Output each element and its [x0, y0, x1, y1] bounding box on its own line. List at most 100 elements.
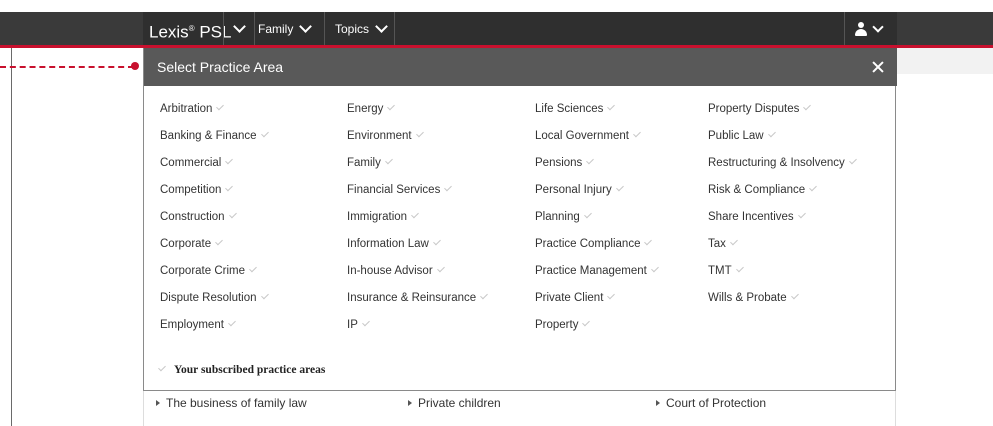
- checkmark-icon: [260, 129, 269, 138]
- practice-area-column-2: Energy Environment Family Financial Service…: [347, 101, 489, 344]
- practice-area-item[interactable]: Financial Services: [347, 182, 486, 209]
- pointer-dashed-line: [0, 66, 134, 68]
- practice-area-item[interactable]: In-house Advisor: [347, 263, 486, 290]
- practice-area-label: Family: [347, 157, 381, 169]
- checkmark-icon: [607, 102, 616, 111]
- checkmark-icon: [730, 237, 738, 246]
- practice-area-label: Dispute Resolution: [160, 292, 257, 304]
- practice-area-label: Share Incentives: [708, 211, 794, 223]
- practice-area-item[interactable]: Commercial: [160, 155, 267, 182]
- subscribed-areas-toggle[interactable]: Your subscribed practice areas: [158, 363, 326, 376]
- practice-area-item[interactable]: Dispute Resolution: [160, 290, 269, 317]
- main-nav: Lexis® PSL Family Topics: [143, 12, 897, 45]
- practice-area-item[interactable]: Environment: [347, 128, 486, 155]
- practice-area-item[interactable]: Private Client: [535, 290, 657, 317]
- practice-area-item[interactable]: Construction: [160, 209, 267, 236]
- practice-area-label: Pensions: [535, 157, 583, 169]
- practice-area-column-1: Arbitration Banking & Finance Commercial Co…: [160, 101, 269, 344]
- brand-registered-mark: ®: [188, 24, 195, 33]
- checkmark-icon: [615, 183, 624, 192]
- practice-area-item[interactable]: Personal Injury: [535, 182, 657, 209]
- practice-area-item[interactable]: Practice Compliance: [535, 236, 657, 263]
- practice-area-item[interactable]: Immigration: [347, 209, 486, 236]
- practice-area-label: Planning: [535, 211, 580, 223]
- practice-area-item[interactable]: Planning: [535, 209, 657, 236]
- checkmark-icon: [633, 129, 641, 138]
- close-icon[interactable]: [871, 60, 885, 74]
- practice-area-item[interactable]: Energy: [347, 101, 486, 128]
- practice-area-label: Personal Injury: [535, 184, 612, 196]
- user-menu-button[interactable]: [844, 12, 891, 45]
- checkmark-icon: [767, 129, 776, 138]
- topic-link[interactable]: The business of family law: [156, 396, 307, 410]
- nav-family-label: Family: [258, 21, 294, 36]
- practice-area-item[interactable]: Property Disputes: [708, 101, 855, 128]
- practice-area-item[interactable]: Insurance & Reinsurance: [347, 290, 489, 317]
- practice-area-item[interactable]: Tax: [708, 236, 855, 263]
- practice-area-label: Construction: [160, 211, 225, 223]
- brand-main: Lexis: [149, 22, 189, 42]
- practice-area-item[interactable]: Banking & Finance: [160, 128, 269, 155]
- practice-area-item[interactable]: Wills & Probate: [708, 290, 855, 317]
- practice-area-item[interactable]: Competition: [160, 182, 267, 209]
- practice-area-item[interactable]: Risk & Compliance: [708, 182, 855, 209]
- practice-area-label: Restructuring & Insolvency: [708, 157, 845, 169]
- topic-link[interactable]: Private children: [408, 396, 501, 410]
- checkmark-icon: [586, 156, 595, 165]
- practice-area-item[interactable]: Corporate Crime: [160, 263, 267, 290]
- checkmark-icon: [158, 363, 166, 372]
- pointer-dot: [131, 62, 139, 70]
- page-left-border: [11, 48, 12, 426]
- checkmark-icon: [215, 237, 224, 246]
- practice-area-item[interactable]: Employment: [160, 317, 267, 344]
- subscribed-label: Your subscribed practice areas: [174, 364, 326, 376]
- practice-area-item[interactable]: Arbitration: [160, 101, 267, 128]
- checkmark-icon: [249, 264, 257, 273]
- checkmark-icon: [848, 156, 857, 165]
- checkmark-icon: [444, 183, 453, 192]
- topic-link-label: Court of Protection: [666, 396, 767, 410]
- checkmark-icon: [790, 291, 799, 300]
- checkmark-icon: [809, 183, 818, 192]
- checkmark-icon: [797, 210, 806, 219]
- practice-area-label: IP: [347, 319, 358, 331]
- checkmark-icon: [803, 102, 812, 111]
- practice-area-label: Insurance & Reinsurance: [347, 292, 477, 304]
- practice-area-label: Practice Compliance: [535, 238, 641, 250]
- practice-area-item[interactable]: Local Government: [535, 128, 657, 155]
- practice-area-item[interactable]: TMT: [708, 263, 855, 290]
- practice-area-item[interactable]: Public Law: [708, 128, 855, 155]
- practice-area-item[interactable]: Share Incentives: [708, 209, 855, 236]
- practice-area-item[interactable]: Property: [535, 317, 657, 344]
- practice-area-item[interactable]: IP: [347, 317, 486, 344]
- practice-area-item[interactable]: Practice Management: [535, 263, 659, 290]
- checkmark-icon: [436, 264, 445, 273]
- nav-family-menu[interactable]: Family: [256, 12, 325, 45]
- chevron-down-icon: [375, 20, 388, 33]
- practice-area-label: Risk & Compliance: [708, 184, 806, 196]
- checkmark-icon: [225, 183, 234, 192]
- practice-area-label: Property: [535, 319, 579, 331]
- topic-link[interactable]: Court of Protection: [656, 396, 766, 410]
- practice-area-item[interactable]: Family: [347, 155, 486, 182]
- practice-area-label: Banking & Finance: [160, 130, 257, 142]
- checkmark-icon: [228, 210, 237, 219]
- practice-area-column-4: Property Disputes Public Law Restructuring…: [708, 101, 857, 317]
- practice-area-item[interactable]: Life Sciences: [535, 101, 657, 128]
- nav-topics-menu[interactable]: Topics: [325, 12, 395, 45]
- topics-links-row: The business of family law Private child…: [143, 391, 896, 426]
- practice-area-item[interactable]: Pensions: [535, 155, 657, 182]
- practice-area-label: Practice Management: [535, 265, 647, 277]
- practice-area-label: Competition: [160, 184, 222, 196]
- practice-area-item[interactable]: Restructuring & Insolvency: [708, 155, 857, 182]
- practice-area-item[interactable]: Corporate: [160, 236, 267, 263]
- lexis-psl-logo[interactable]: Lexis® PSL: [149, 16, 231, 42]
- chevron-down-icon: [232, 20, 246, 33]
- checkmark-icon: [583, 210, 592, 219]
- checkmark-icon: [228, 318, 236, 327]
- practice-area-label: Commercial: [160, 157, 222, 169]
- practice-area-item[interactable]: Information Law: [347, 236, 486, 263]
- practice-area-label: Corporate Crime: [160, 265, 245, 277]
- brand-menu-toggle[interactable]: [223, 12, 255, 45]
- practice-area-label: Private Client: [535, 292, 604, 304]
